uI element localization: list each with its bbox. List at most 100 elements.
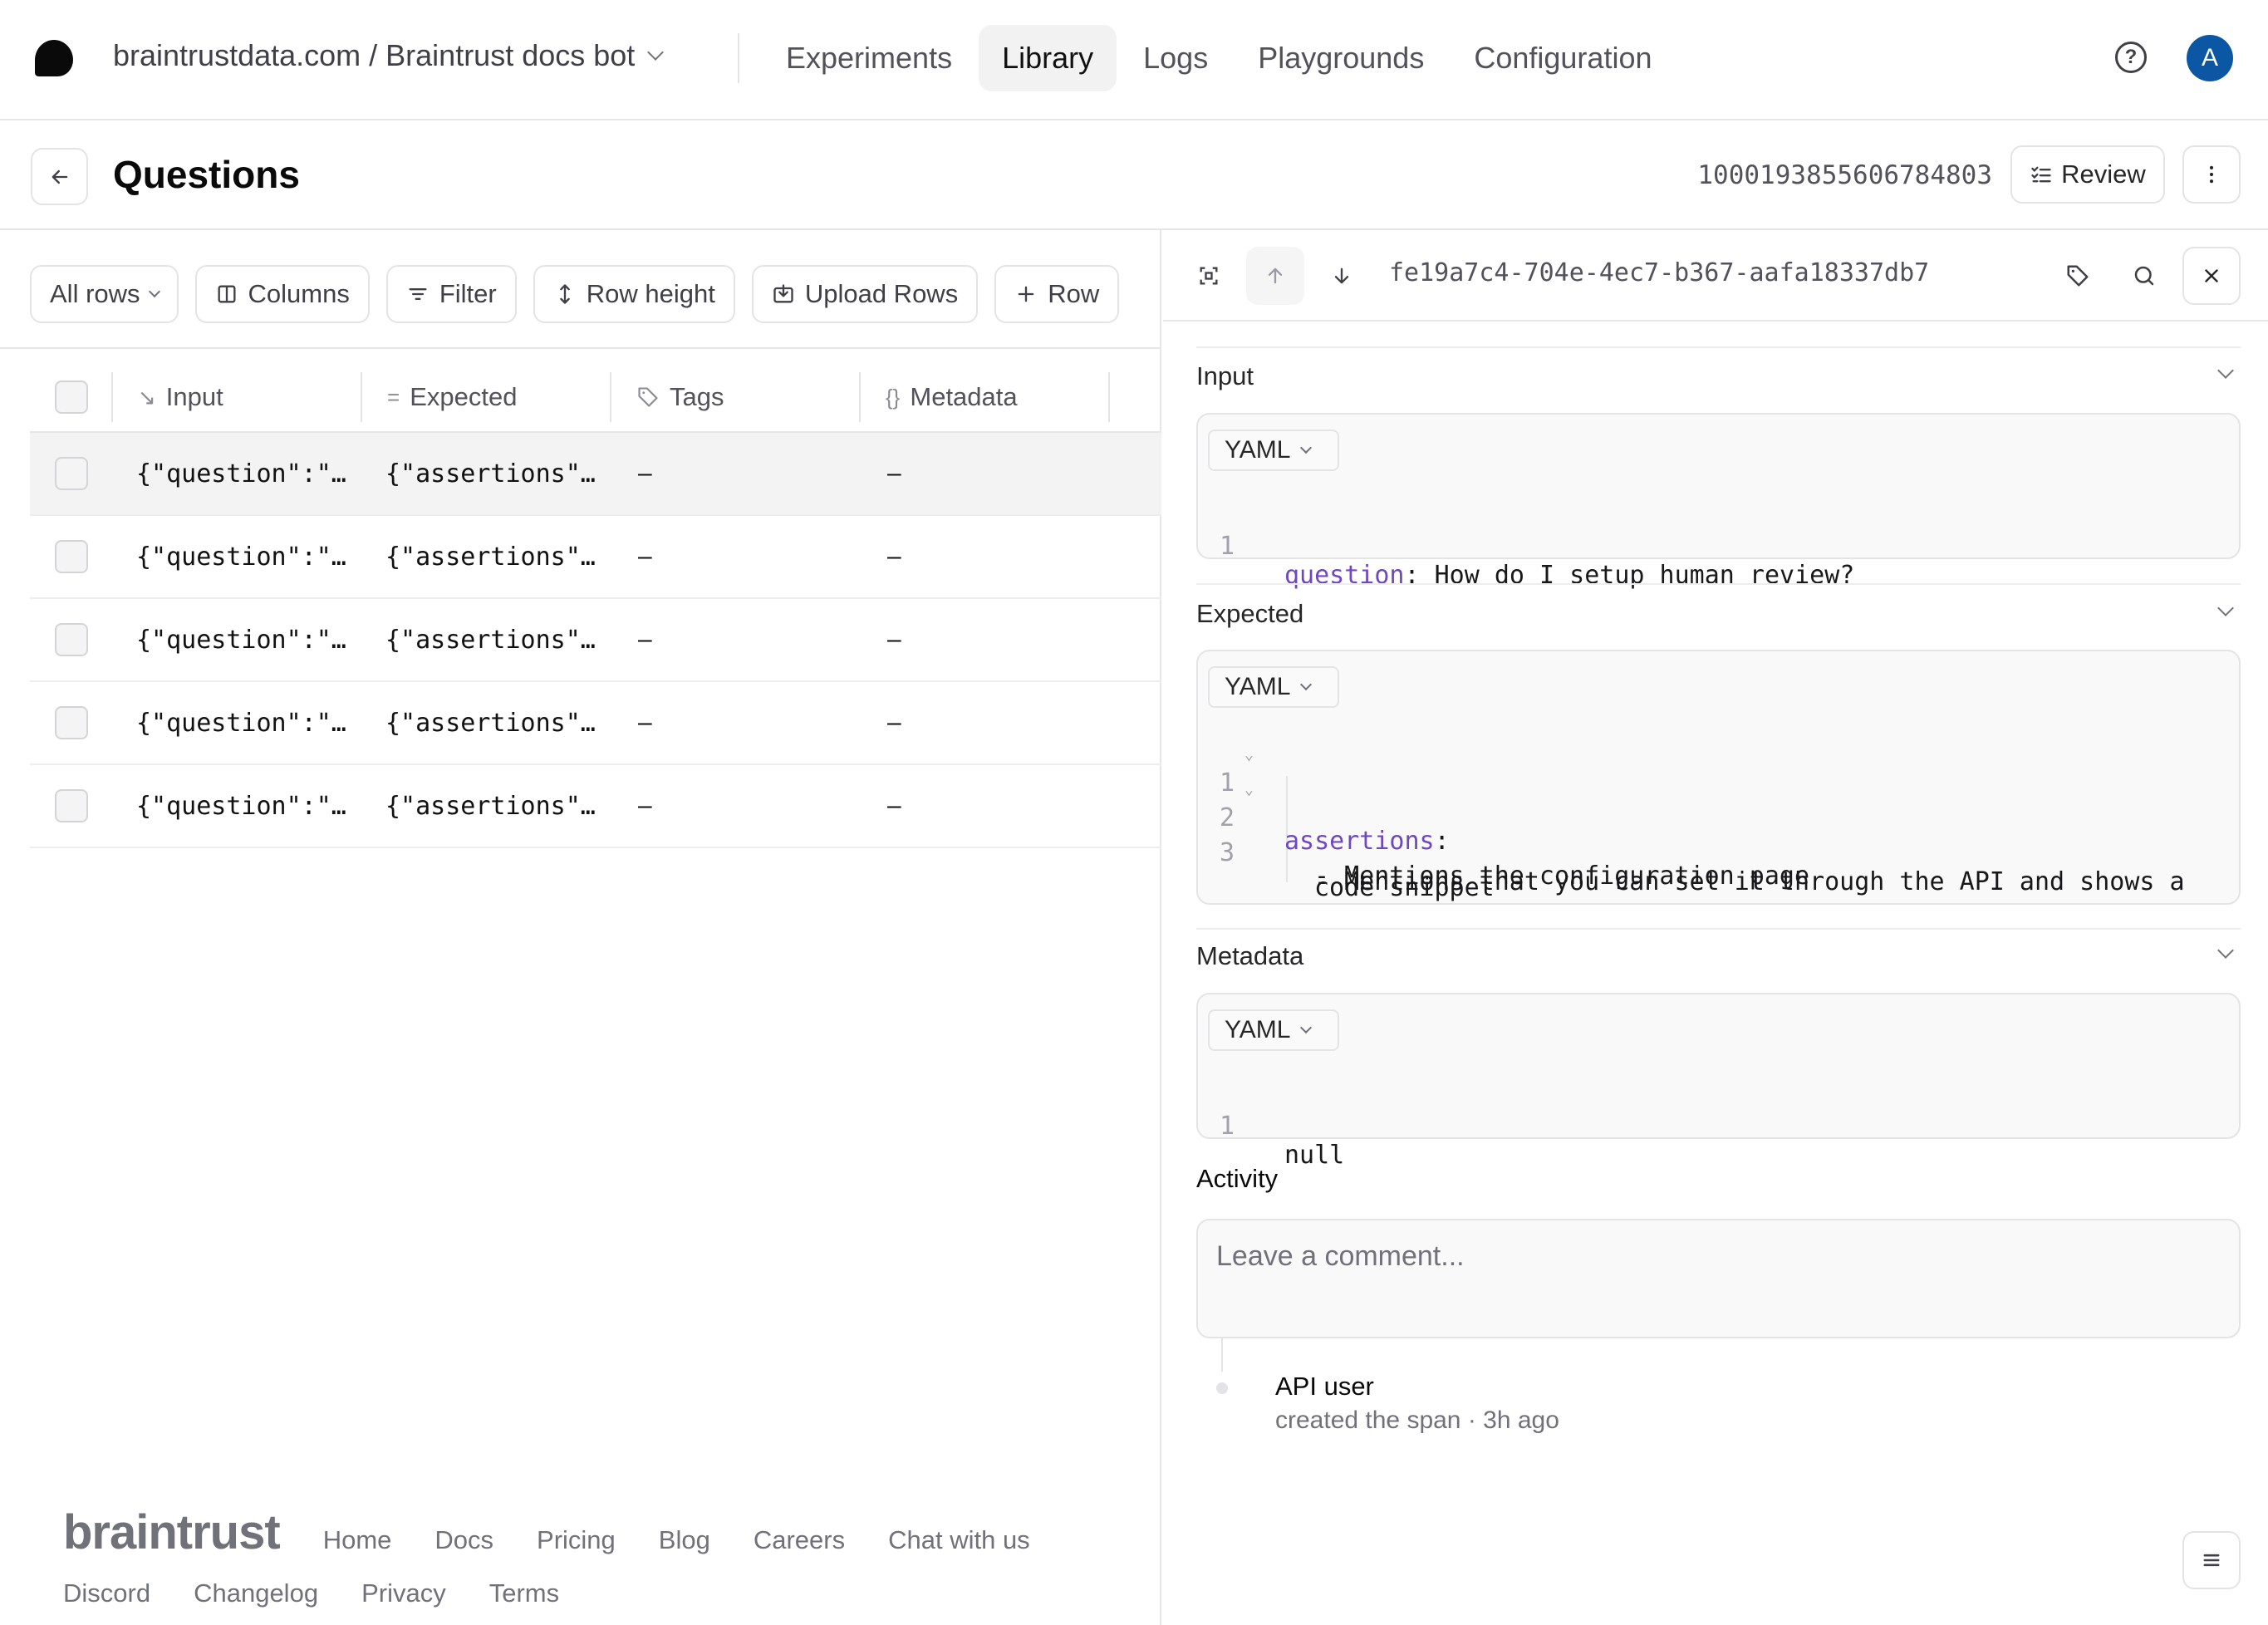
dataset-table: ↘ Input = Expected Tags {} Metadata {"qu…: [30, 363, 1161, 848]
row-checkbox[interactable]: [55, 623, 88, 656]
upload-rows-button[interactable]: Upload Rows: [751, 265, 979, 323]
more-options-button[interactable]: [2182, 145, 2241, 204]
table-row[interactable]: {"question":"… {"assertions"… – –: [30, 516, 1161, 599]
footer-link-blog[interactable]: Blog: [659, 1525, 710, 1555]
input-format-dropdown[interactable]: YAML: [1208, 430, 1339, 471]
arrow-up-icon: [1268, 268, 1283, 284]
table-row[interactable]: {"question":"… {"assertions"… – –: [30, 433, 1161, 516]
upload-icon: [773, 284, 793, 303]
table-row[interactable]: {"question":"… {"assertions"… – –: [30, 599, 1161, 682]
column-header-metadata[interactable]: {} Metadata: [861, 372, 1110, 422]
cell-metadata[interactable]: –: [861, 626, 1110, 654]
column-header-input[interactable]: ↘ Input: [113, 372, 362, 422]
previous-row-button[interactable]: [1246, 247, 1304, 305]
footer-brand-logo[interactable]: braintrust: [63, 1505, 281, 1560]
yaml-value: :: [1434, 827, 1450, 856]
table-row[interactable]: {"question":"… {"assertions"… – –: [30, 765, 1161, 848]
expected-code-editor[interactable]: YAML 1 ⌄ assertions: 2 ⌄ - Mentions the …: [1196, 650, 2241, 905]
comment-input[interactable]: [1196, 1219, 2241, 1338]
nav-tab-experiments[interactable]: Experiments: [763, 25, 975, 91]
nav-tab-playgrounds[interactable]: Playgrounds: [1235, 25, 1447, 91]
cell-tags[interactable]: –: [611, 542, 861, 571]
nav-tab-logs[interactable]: Logs: [1120, 25, 1231, 91]
footer-link-pricing[interactable]: Pricing: [537, 1525, 616, 1555]
yaml-value: code snippet: [1314, 873, 1495, 902]
expected-format-dropdown[interactable]: YAML: [1208, 666, 1339, 708]
select-all-checkbox[interactable]: [55, 380, 88, 414]
metadata-section-label[interactable]: Metadata: [1196, 941, 1303, 971]
filter-button[interactable]: Filter: [385, 265, 517, 323]
arrow-down-icon: [1334, 268, 1349, 284]
footer-link-chat[interactable]: Chat with us: [888, 1525, 1030, 1555]
collapse-expected-chevron-icon[interactable]: [2217, 600, 2234, 616]
project-switcher[interactable]: braintrustdata.com / Braintrust docs bot: [113, 38, 665, 73]
expand-button[interactable]: [1180, 247, 1238, 305]
footer-link-privacy[interactable]: Privacy: [361, 1578, 446, 1608]
close-panel-button[interactable]: [2182, 247, 2241, 305]
cell-metadata[interactable]: –: [861, 709, 1110, 737]
page-header: Questions 1000193855606784803 Review: [0, 120, 2268, 230]
cell-input[interactable]: {"question":"…: [113, 459, 362, 488]
footer-link-changelog[interactable]: Changelog: [194, 1578, 318, 1608]
filter-label: Filter: [439, 279, 497, 308]
footer-link-careers[interactable]: Careers: [754, 1525, 845, 1555]
cell-input[interactable]: {"question":"…: [113, 792, 362, 821]
cell-tags[interactable]: –: [611, 626, 861, 654]
column-header-tags[interactable]: Tags: [611, 372, 861, 422]
cell-input[interactable]: {"question":"…: [113, 626, 362, 655]
footer-link-discord[interactable]: Discord: [63, 1578, 150, 1608]
braces-icon: {}: [886, 384, 901, 410]
row-checkbox[interactable]: [55, 789, 88, 822]
back-button[interactable]: [31, 148, 88, 205]
search-button[interactable]: [2115, 247, 2173, 305]
table-row[interactable]: {"question":"… {"assertions"… – –: [30, 682, 1161, 765]
row-checkbox[interactable]: [55, 540, 88, 573]
arrow-up-down-icon: [559, 284, 570, 304]
user-avatar[interactable]: A: [2187, 35, 2233, 81]
cell-tags[interactable]: –: [611, 792, 861, 820]
footer-link-docs[interactable]: Docs: [434, 1525, 493, 1555]
tag-button[interactable]: [2049, 247, 2107, 305]
cell-metadata[interactable]: –: [861, 459, 1110, 488]
columns-button[interactable]: Columns: [194, 265, 370, 323]
footer-link-home[interactable]: Home: [323, 1525, 392, 1555]
row-checkbox[interactable]: [55, 706, 88, 739]
cell-expected[interactable]: {"assertions"…: [362, 709, 611, 738]
cell-input[interactable]: {"question":"…: [113, 542, 362, 572]
fold-chevron-icon[interactable]: ⌄: [1244, 781, 1254, 798]
yaml-key: assertions: [1284, 827, 1435, 856]
review-button[interactable]: Review: [2010, 145, 2165, 204]
row-checkbox[interactable]: [55, 457, 88, 490]
cell-tags[interactable]: –: [611, 459, 861, 488]
cell-tags[interactable]: –: [611, 709, 861, 737]
cell-metadata[interactable]: –: [861, 792, 1110, 820]
cell-expected[interactable]: {"assertions"…: [362, 792, 611, 821]
metadata-code-editor[interactable]: YAML 1 null: [1196, 993, 2241, 1170]
next-row-button[interactable]: [1313, 247, 1371, 305]
cell-expected[interactable]: {"assertions"…: [362, 626, 611, 655]
span-id: fe19a7c4-704e-4ec7-b367-aafa18337db7: [1389, 258, 1930, 287]
collapse-input-chevron-icon[interactable]: [2217, 362, 2234, 379]
braintrust-logo-icon[interactable]: [35, 40, 73, 76]
cell-expected[interactable]: {"assertions"…: [362, 459, 611, 488]
cell-expected[interactable]: {"assertions"…: [362, 542, 611, 572]
input-section-label[interactable]: Input: [1196, 361, 1254, 391]
cell-input[interactable]: {"question":"…: [113, 709, 362, 738]
menu-button[interactable]: [2182, 1531, 2241, 1589]
metadata-format-dropdown[interactable]: YAML: [1208, 1009, 1339, 1051]
column-header-expected[interactable]: = Expected: [362, 372, 611, 422]
cell-metadata[interactable]: –: [861, 542, 1110, 571]
fold-chevron-icon[interactable]: ⌄: [1244, 746, 1254, 763]
footer-link-terms[interactable]: Terms: [489, 1578, 559, 1608]
tag-icon: [638, 387, 658, 407]
collapse-metadata-chevron-icon[interactable]: [2217, 942, 2234, 959]
yaml-key: question: [1284, 561, 1405, 590]
all-rows-dropdown[interactable]: All rows: [30, 265, 179, 323]
input-code-editor[interactable]: YAML 1 question: How do I setup human re…: [1196, 413, 2241, 590]
nav-tab-configuration[interactable]: Configuration: [1451, 25, 1675, 91]
help-icon[interactable]: ?: [2115, 42, 2147, 73]
nav-tab-library[interactable]: Library: [979, 25, 1117, 91]
row-height-button[interactable]: Row height: [533, 265, 735, 323]
add-row-button[interactable]: Row: [994, 265, 1120, 323]
expected-section-label[interactable]: Expected: [1196, 599, 1303, 629]
